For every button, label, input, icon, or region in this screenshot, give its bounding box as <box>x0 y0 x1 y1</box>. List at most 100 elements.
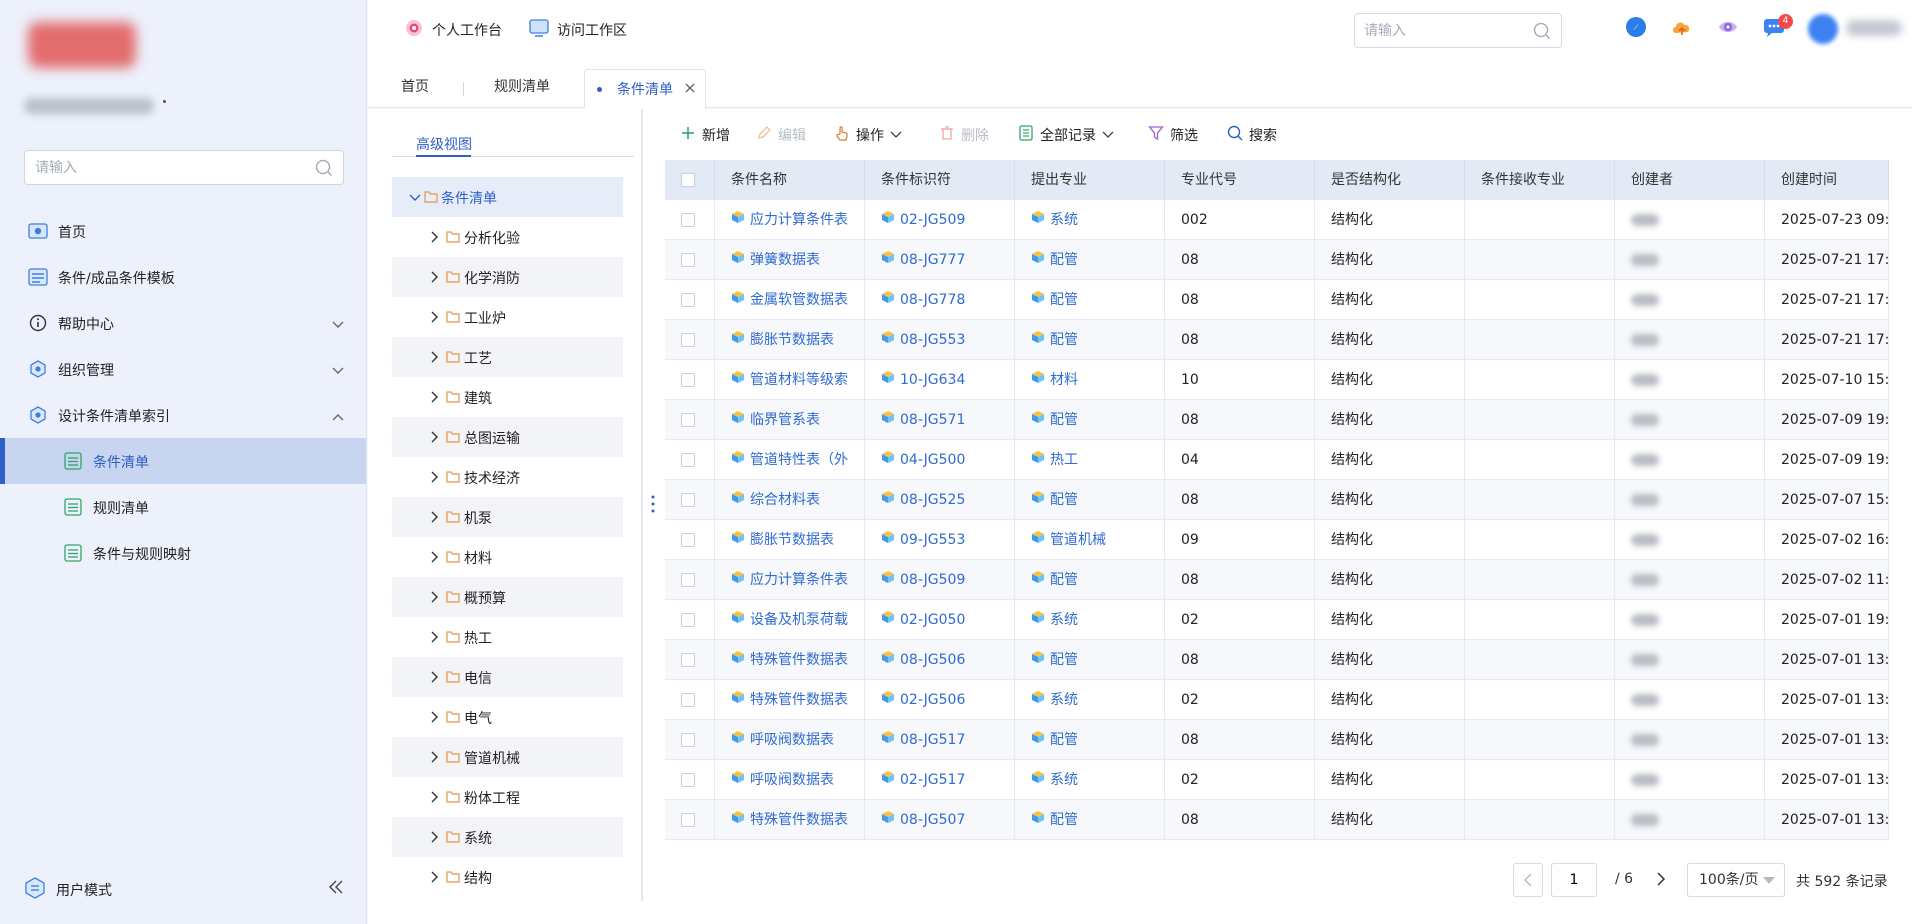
tab-home[interactable]: 首页 <box>401 58 429 108</box>
chevron-right-icon[interactable] <box>430 871 438 887</box>
column-header[interactable]: 创建者 <box>1615 160 1765 200</box>
condition-id-link[interactable]: 04-JG500 <box>881 440 965 480</box>
header-search-input[interactable] <box>1355 14 1515 47</box>
video-icon[interactable] <box>1716 15 1740 39</box>
table-row[interactable]: 金属软管数据表 08-JG778 配管 08 结构化 2025-07-21 17:0 <box>665 280 1889 320</box>
discipline-link[interactable]: 系统 <box>1031 600 1078 640</box>
all-records-dropdown[interactable]: 全部记录 <box>1018 124 1114 146</box>
tree-node[interactable]: 机泵 <box>392 497 623 537</box>
edit-button[interactable]: 编辑 <box>756 124 806 146</box>
search-icon[interactable] <box>315 159 333 181</box>
sidebar-item-condition-list[interactable]: 条件清单 <box>0 438 366 484</box>
tree-node[interactable]: 管道机械 <box>392 737 623 777</box>
column-header[interactable]: 是否结构化 <box>1315 160 1465 200</box>
condition-id-link[interactable]: 08-JG778 <box>881 280 965 320</box>
condition-name-link[interactable]: 临界管系表 <box>731 400 820 440</box>
discipline-link[interactable]: 管道机械 <box>1031 520 1106 560</box>
select-all-checkbox[interactable] <box>681 173 695 187</box>
row-checkbox[interactable] <box>681 453 695 467</box>
condition-name-link[interactable]: 管道特性表（外 <box>731 440 848 480</box>
row-checkbox[interactable] <box>681 613 695 627</box>
table-row[interactable]: 应力计算条件表 02-JG509 系统 002 结构化 2025-07-23 09:3 <box>665 200 1889 240</box>
condition-name-link[interactable]: 膨胀节数据表 <box>731 320 834 360</box>
row-checkbox[interactable] <box>681 693 695 707</box>
condition-name-link[interactable]: 金属软管数据表 <box>731 280 848 320</box>
discipline-link[interactable]: 配管 <box>1031 480 1078 520</box>
action-dropdown[interactable]: 操作 <box>834 124 902 146</box>
table-row[interactable]: 应力计算条件表 08-JG509 配管 08 结构化 2025-07-02 11:1 <box>665 560 1889 600</box>
tree-node[interactable]: 材料 <box>392 537 623 577</box>
condition-name-link[interactable]: 弹簧数据表 <box>731 240 820 280</box>
condition-id-link[interactable]: 08-JG553 <box>881 320 965 360</box>
tree-node[interactable]: 粉体工程 <box>392 777 623 817</box>
column-header[interactable]: 条件标识符 <box>865 160 1015 200</box>
condition-id-link[interactable]: 02-JG517 <box>881 760 965 800</box>
condition-name-link[interactable]: 设备及机泵荷载 <box>731 600 848 640</box>
tree-node[interactable]: 概预算 <box>392 577 623 617</box>
chevron-right-icon[interactable] <box>430 791 438 807</box>
personal-workbench-link[interactable]: 个人工作台 <box>404 18 502 42</box>
user-name[interactable] <box>1846 20 1902 36</box>
row-checkbox[interactable] <box>681 573 695 587</box>
user-mode[interactable]: 用户模式 <box>24 877 344 901</box>
discipline-link[interactable]: 系统 <box>1031 200 1078 240</box>
tree-node[interactable]: 系统 <box>392 817 623 857</box>
condition-id-link[interactable]: 08-JG517 <box>881 720 965 760</box>
tree-node[interactable]: 热工 <box>392 617 623 657</box>
table-row[interactable]: 特殊管件数据表 08-JG507 配管 08 结构化 2025-07-01 13:4 <box>665 800 1889 840</box>
condition-id-link[interactable]: 02-JG050 <box>881 600 965 640</box>
condition-name-link[interactable]: 呼吸阀数据表 <box>731 760 834 800</box>
visit-workspace-link[interactable]: 访问工作区 <box>529 18 627 42</box>
tree-node[interactable]: 化学消防 <box>392 257 623 297</box>
prev-page-button[interactable] <box>1513 863 1543 897</box>
table-row[interactable]: 设备及机泵荷载 02-JG050 系统 02 结构化 2025-07-01 19:1 <box>665 600 1889 640</box>
chevron-right-icon[interactable] <box>430 231 438 247</box>
discipline-link[interactable]: 系统 <box>1031 680 1078 720</box>
collapse-sidebar-icon[interactable] <box>328 879 344 899</box>
column-header[interactable]: 创建时间 <box>1765 160 1889 200</box>
condition-name-link[interactable]: 膨胀节数据表 <box>731 520 834 560</box>
tree-node-root[interactable]: 条件清单 <box>392 177 623 217</box>
condition-id-link[interactable]: 08-JG777 <box>881 240 965 280</box>
table-row[interactable]: 弹簧数据表 08-JG777 配管 08 结构化 2025-07-21 17:0 <box>665 240 1889 280</box>
drag-handle-icon[interactable] <box>651 494 655 514</box>
discipline-link[interactable]: 配管 <box>1031 320 1078 360</box>
row-checkbox[interactable] <box>681 533 695 547</box>
column-header[interactable]: 专业代号 <box>1165 160 1315 200</box>
discipline-link[interactable]: 材料 <box>1031 360 1078 400</box>
add-button[interactable]: 新增 <box>680 124 730 146</box>
discipline-link[interactable]: 配管 <box>1031 640 1078 680</box>
chevron-right-icon[interactable] <box>430 511 438 527</box>
condition-id-link[interactable]: 08-JG509 <box>881 560 965 600</box>
table-row[interactable]: 膨胀节数据表 08-JG553 配管 08 结构化 2025-07-21 17:0 <box>665 320 1889 360</box>
next-page-button[interactable] <box>1647 863 1677 897</box>
table-row[interactable]: 管道材料等级索 10-JG634 材料 10 结构化 2025-07-10 15:1 <box>665 360 1889 400</box>
discipline-link[interactable]: 系统 <box>1031 760 1078 800</box>
tab-advanced-view[interactable]: 高级视图 <box>416 134 472 154</box>
condition-name-link[interactable]: 应力计算条件表 <box>731 560 848 600</box>
chevron-right-icon[interactable] <box>430 671 438 687</box>
panel-splitter[interactable] <box>641 109 643 901</box>
sidebar-item-templates[interactable]: 条件/成品条件模板 <box>0 254 366 300</box>
table-row[interactable]: 特殊管件数据表 08-JG506 配管 08 结构化 2025-07-01 13:4 <box>665 640 1889 680</box>
sidebar-item-rule-list[interactable]: 规则清单 <box>0 484 366 530</box>
tree-node[interactable]: 工艺 <box>392 337 623 377</box>
sidebar-search-input[interactable] <box>25 151 295 184</box>
condition-id-link[interactable]: 02-JG506 <box>881 680 965 720</box>
column-header[interactable]: 提出专业 <box>1015 160 1165 200</box>
chevron-right-icon[interactable] <box>430 551 438 567</box>
row-checkbox[interactable] <box>681 493 695 507</box>
search-button[interactable]: 搜索 <box>1227 124 1277 146</box>
compass-icon[interactable] <box>1624 15 1648 39</box>
row-checkbox[interactable] <box>681 333 695 347</box>
condition-name-link[interactable]: 特殊管件数据表 <box>731 680 848 720</box>
condition-name-link[interactable]: 特殊管件数据表 <box>731 800 848 840</box>
discipline-link[interactable]: 配管 <box>1031 240 1078 280</box>
condition-id-link[interactable]: 02-JG509 <box>881 200 965 240</box>
condition-name-link[interactable]: 呼吸阀数据表 <box>731 720 834 760</box>
table-row[interactable]: 管道特性表（外 04-JG500 热工 04 结构化 2025-07-09 19:3 <box>665 440 1889 480</box>
table-row[interactable]: 临界管系表 08-JG571 配管 08 结构化 2025-07-09 19:3 <box>665 400 1889 440</box>
condition-name-link[interactable]: 综合材料表 <box>731 480 820 520</box>
sidebar-item-index[interactable]: 设计条件清单索引 <box>0 392 366 438</box>
condition-name-link[interactable]: 特殊管件数据表 <box>731 640 848 680</box>
